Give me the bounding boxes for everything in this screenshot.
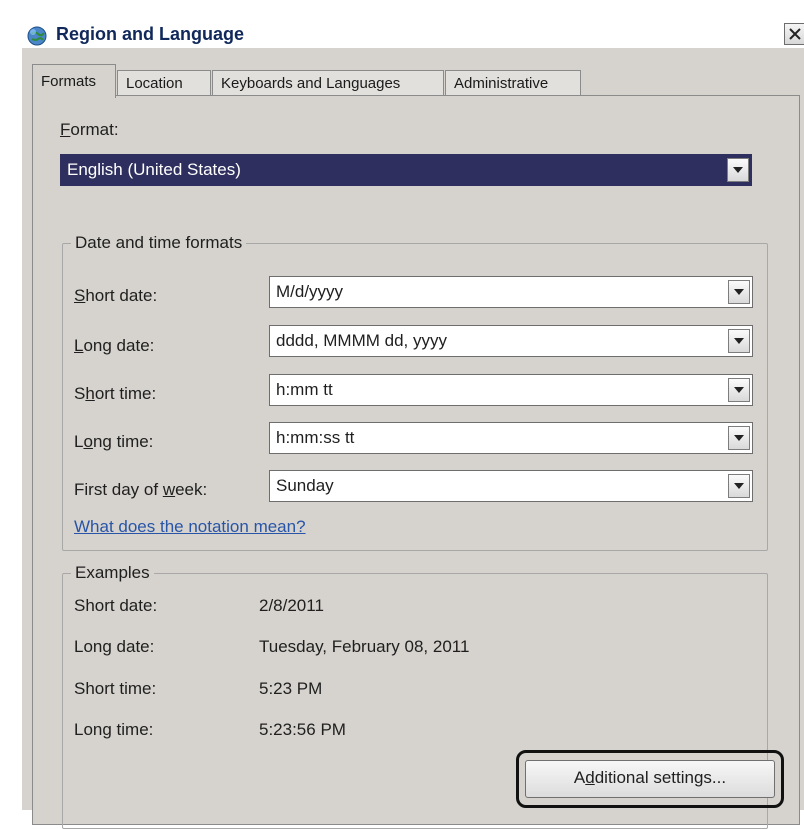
formats-panel: Format: English (United States) Date and…	[32, 95, 800, 829]
title-bar[interactable]: Region and Language	[20, 20, 804, 48]
short-time-label: Short time:	[74, 384, 157, 403]
tab-administrative[interactable]: Administrative	[445, 70, 581, 96]
window-title: Region and Language	[56, 24, 245, 44]
tab-keyboards-and-languages[interactable]: Keyboards and Languages	[212, 70, 444, 96]
example-label: Short date:	[74, 596, 158, 615]
example-label: Short time:	[74, 679, 157, 698]
notation-help-link[interactable]: What does the notation mean?	[74, 517, 306, 537]
globe-icon	[24, 22, 50, 48]
short-time-value: h:mm tt	[276, 380, 333, 399]
tab-strip: Formats Location Keyboards and Languages…	[32, 64, 792, 98]
chevron-down-icon	[734, 338, 744, 344]
dropdown-arrow-button[interactable]	[728, 329, 750, 353]
chevron-down-icon	[733, 167, 743, 173]
format-label: Format:	[60, 120, 119, 139]
tab-formats[interactable]: Formats	[32, 64, 116, 98]
long-date-dropdown[interactable]: dddd, MMMM dd, yyyy	[269, 325, 753, 357]
format-dropdown[interactable]: English (United States)	[60, 154, 752, 186]
dialog-body: Formats Location Keyboards and Languages…	[22, 48, 804, 829]
dropdown-arrow-button[interactable]	[727, 158, 749, 182]
short-date-dropdown[interactable]: M/d/yyyy	[269, 276, 753, 308]
example-label: Long date:	[74, 637, 155, 656]
example-value: 2/8/2011	[259, 596, 324, 615]
first-day-of-week-dropdown[interactable]: Sunday	[269, 470, 753, 502]
long-time-value: h:mm:ss tt	[276, 428, 355, 447]
long-date-label: Long date:	[74, 336, 155, 355]
short-time-dropdown[interactable]: h:mm tt	[269, 374, 753, 406]
format-value: English (United States)	[67, 160, 241, 179]
long-time-label: Long time:	[74, 432, 154, 451]
chevron-down-icon	[734, 483, 744, 489]
first-day-value: Sunday	[276, 476, 334, 495]
long-time-dropdown[interactable]: h:mm:ss tt	[269, 422, 753, 454]
example-label: Long time:	[74, 720, 154, 739]
group-title: Date and time formats	[71, 233, 247, 253]
dropdown-arrow-button[interactable]	[728, 378, 750, 402]
additional-settings-button[interactable]: Additional settings...	[525, 760, 775, 798]
chevron-down-icon	[734, 289, 744, 295]
example-value: 5:23:56 PM	[259, 720, 346, 739]
example-value: Tuesday, February 08, 2011	[259, 637, 470, 656]
short-date-value: M/d/yyyy	[276, 282, 344, 301]
long-date-value: dddd, MMMM dd, yyyy	[276, 331, 447, 350]
first-day-of-week-label: First day of week:	[74, 480, 208, 499]
tab-location[interactable]: Location	[117, 70, 211, 96]
short-date-label: Short date:	[74, 286, 158, 305]
dropdown-arrow-button[interactable]	[728, 426, 750, 450]
dropdown-arrow-button[interactable]	[728, 280, 750, 304]
group-title: Examples	[71, 563, 154, 583]
close-button[interactable]	[784, 23, 804, 45]
chevron-down-icon	[734, 387, 744, 393]
chevron-down-icon	[734, 435, 744, 441]
example-value: 5:23 PM	[259, 679, 323, 698]
dropdown-arrow-button[interactable]	[728, 474, 750, 498]
